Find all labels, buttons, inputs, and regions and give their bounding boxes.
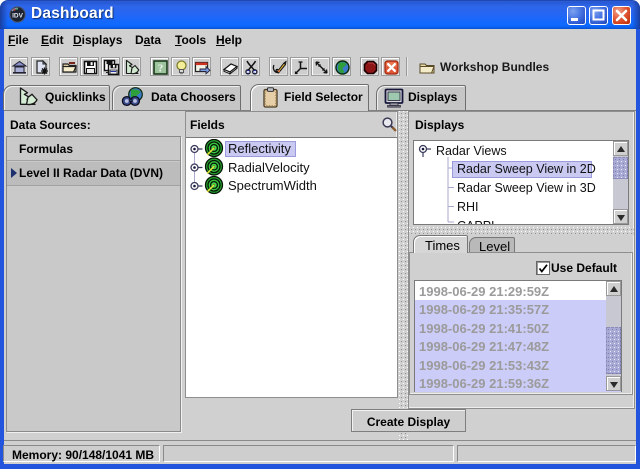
svg-text:?: ? xyxy=(158,63,164,75)
svg-text:IDV: IDV xyxy=(12,13,24,20)
